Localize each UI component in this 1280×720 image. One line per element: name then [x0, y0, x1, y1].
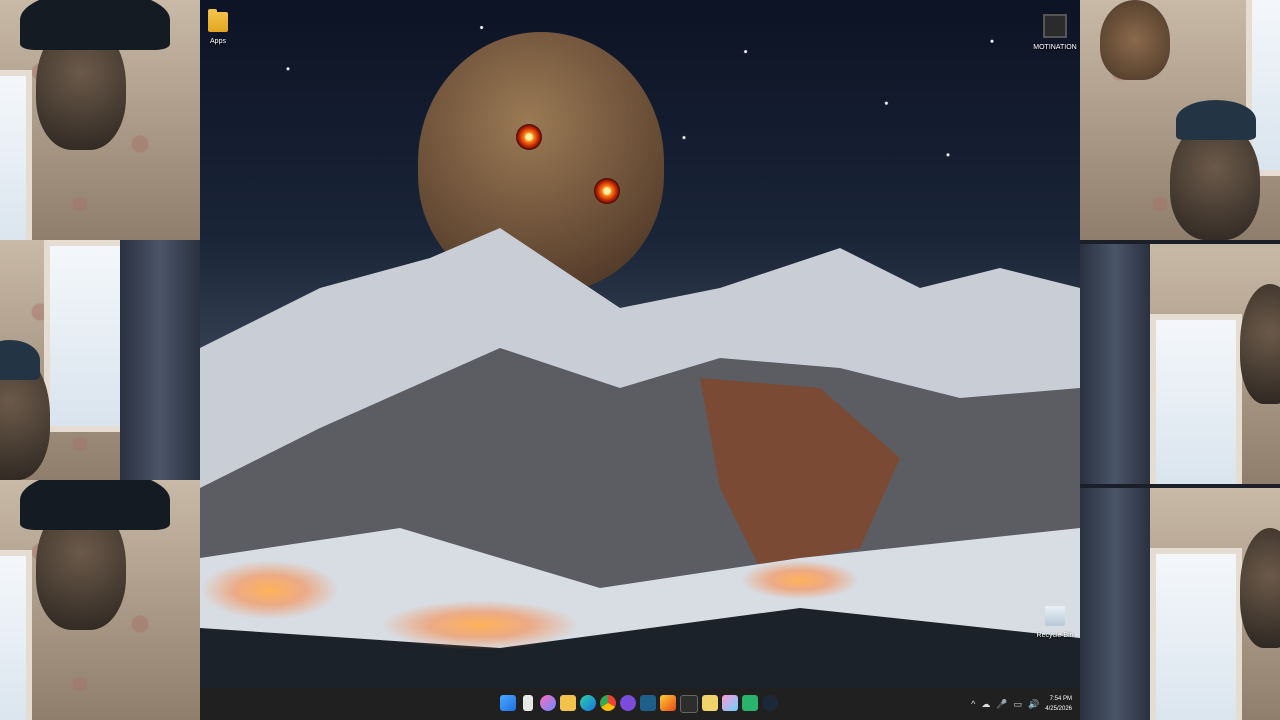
folder-icon: [208, 9, 228, 32]
network-icon[interactable]: ▭: [1014, 699, 1023, 710]
hat: [20, 0, 170, 50]
desktop-icon-label: Apps: [210, 38, 226, 45]
deer-mount: [1100, 0, 1170, 80]
webcam-panel-right-top: [1080, 0, 1280, 240]
clock-time: 7:54 PM: [1049, 696, 1072, 702]
desktop[interactable]: Apps MOTINATION Recycle Bin: [200, 0, 1080, 688]
desktop-icon-label: Recycle Bin: [1036, 632, 1074, 639]
curtain: [120, 240, 200, 480]
desktop-icon-apps[interactable]: Apps: [200, 9, 250, 45]
webcam-panel-left-middle: [0, 240, 200, 480]
curtain: [1080, 488, 1150, 720]
start-icon[interactable]: [500, 695, 516, 711]
app-duck-icon[interactable]: [702, 695, 718, 711]
taskbar-pinned-apps: [500, 695, 778, 713]
webcam-panel-left-bottom: [0, 480, 200, 720]
terminal-icon[interactable]: [680, 695, 698, 713]
webcam-panel-right-middle: [1080, 244, 1280, 484]
volume-icon[interactable]: 🔊: [1028, 699, 1039, 710]
window: [1150, 548, 1242, 720]
tray-overflow-chevron[interactable]: ^: [971, 699, 975, 709]
window: [0, 70, 32, 240]
desktop-icon-motination[interactable]: MOTINATION: [1023, 14, 1080, 51]
microphone-icon[interactable]: 🎤: [996, 699, 1007, 710]
edge-icon[interactable]: [580, 695, 596, 711]
desktop-icon-label: MOTINATION: [1033, 44, 1077, 51]
desktop-icon-recycle-bin[interactable]: Recycle Bin: [1023, 606, 1080, 639]
curtain: [1080, 244, 1150, 484]
app-purple-icon[interactable]: [620, 695, 636, 711]
clock[interactable]: 7:54 PM 4/25/2026: [1045, 694, 1072, 714]
video-file-icon: [1043, 14, 1067, 38]
webcam-panel-left-top: [0, 0, 200, 240]
app-sparkle-icon[interactable]: [722, 695, 738, 711]
task-view-icon[interactable]: [523, 695, 533, 711]
taskbar: ^ ☁ 🎤 ▭ 🔊 7:54 PM 4/25/2026: [200, 688, 1080, 720]
copilot-icon[interactable]: [540, 695, 556, 711]
webcam-panel-right-bottom: [1080, 488, 1280, 720]
app-paint-icon[interactable]: [660, 695, 676, 711]
town-lights-right: [740, 560, 860, 600]
app-fish-icon[interactable]: [640, 695, 656, 711]
app-green-icon[interactable]: [742, 695, 758, 711]
chrome-icon[interactable]: [600, 695, 616, 711]
moon-right-eye: [594, 178, 620, 204]
steam-icon[interactable]: [762, 695, 778, 711]
window: [1150, 314, 1242, 484]
town-lights-center: [380, 600, 580, 650]
window: [0, 550, 32, 720]
town-lights-left: [200, 560, 340, 620]
system-tray: ^ ☁ 🎤 ▭ 🔊 7:54 PM 4/25/2026: [971, 694, 1072, 714]
clock-date: 4/25/2026: [1045, 706, 1072, 712]
mountain-landscape: [200, 228, 1080, 688]
cloud-icon[interactable]: ☁: [981, 699, 990, 710]
recycle-bin-icon: [1045, 606, 1065, 626]
hat: [20, 480, 170, 530]
hat: [1176, 100, 1256, 140]
moon-left-eye: [516, 124, 542, 150]
file-explorer-icon[interactable]: [560, 695, 576, 711]
